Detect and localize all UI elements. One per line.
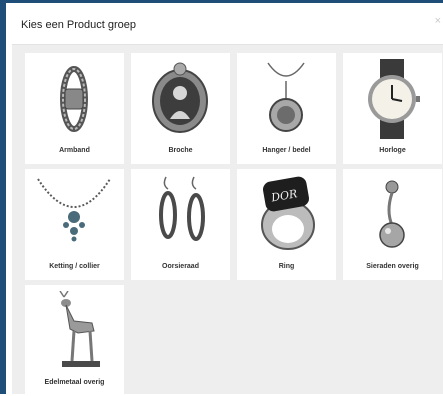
deer-figurine-icon <box>59 291 100 367</box>
dialog-header: Kies een Product groep × <box>12 6 443 45</box>
product-label: Armband <box>59 147 90 154</box>
product-tile-armband[interactable]: Armband <box>25 53 124 164</box>
product-label: Broche <box>168 147 193 154</box>
earrings-icon <box>159 176 205 241</box>
product-grid: Armband Broche Hanger / bedel Horloge Ke… <box>12 45 443 396</box>
dialog-title: Kies een Product groep <box>21 19 136 31</box>
necklace-icon <box>37 178 111 242</box>
product-tile-oorsieraad[interactable]: Oorsieraad <box>131 169 230 280</box>
product-tile-ketting-collier[interactable]: Ketting / collier <box>25 169 124 280</box>
product-label: Ketting / collier <box>49 263 100 270</box>
product-tile-sieraden-overig[interactable]: Sieraden overig <box>343 169 442 280</box>
product-label: Ring <box>278 263 295 270</box>
watch-icon <box>368 59 420 139</box>
brooch-icon <box>152 62 208 133</box>
dialog-frame: Kies een Product groep × Armband Broche <box>0 0 443 396</box>
product-tile-edelmetaal-overig[interactable]: Edelmetaal overig <box>25 285 124 396</box>
product-label: Edelmetaal overig <box>44 379 105 386</box>
product-tile-broche[interactable]: Broche <box>131 53 230 164</box>
product-label: Hanger / bedel <box>262 147 311 154</box>
ring-icon: DOR <box>261 176 315 250</box>
bracelet-icon <box>60 66 88 132</box>
product-tile-hanger-bedel[interactable]: Hanger / bedel <box>237 53 336 164</box>
product-label: Horloge <box>379 147 406 154</box>
pendant-icon <box>267 62 305 132</box>
product-tile-ring[interactable]: DOR Ring <box>237 169 336 280</box>
product-label: Sieraden overig <box>366 263 419 270</box>
body-jewelry-icon <box>379 180 405 248</box>
product-label: Oorsieraad <box>162 263 199 270</box>
close-icon[interactable]: × <box>435 16 441 27</box>
product-tile-horloge[interactable]: Horloge <box>343 53 442 164</box>
